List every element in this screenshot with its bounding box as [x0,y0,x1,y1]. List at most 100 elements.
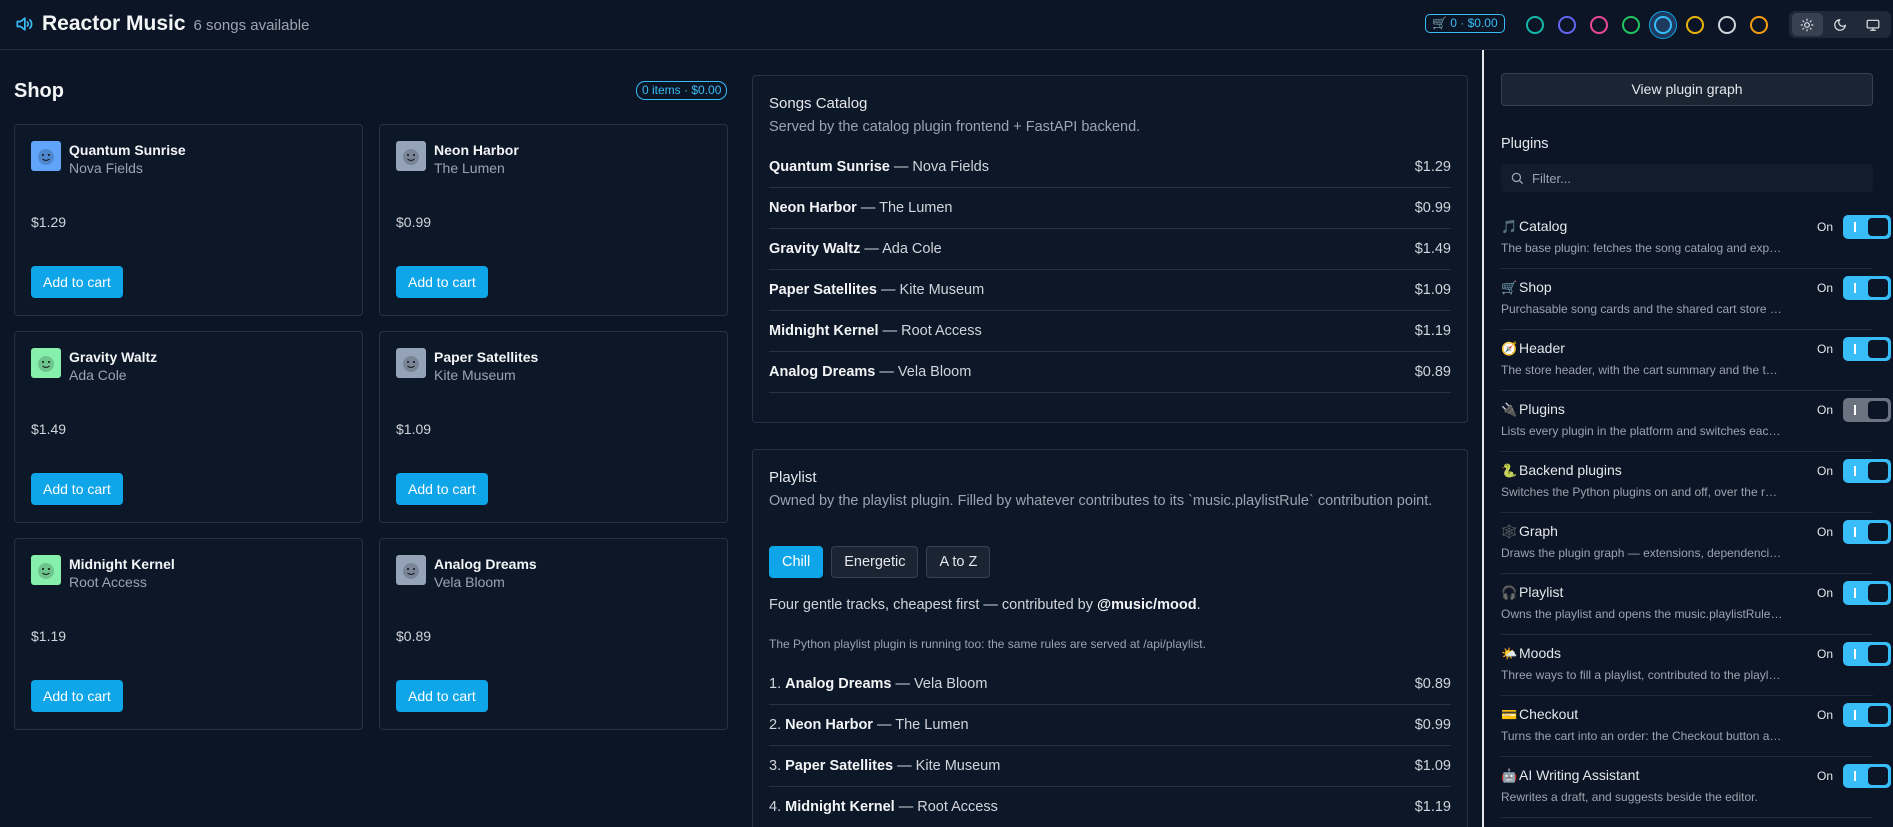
plugin-description: Switches the Python plugins on and off, … [1501,485,1783,499]
plugin-toggle[interactable] [1843,642,1891,666]
theme-slate-button[interactable] [1714,12,1740,38]
playlist-row: 1. Analog Dreams — Vela Bloom $0.89 [769,664,1451,705]
playlist-tab[interactable]: Chill [769,546,824,578]
plugin-filter-input[interactable] [1532,170,1862,186]
playlist-song-number: 2. [769,717,786,733]
cart-summary[interactable]: 🛒 0 · $0.00 [1425,14,1505,33]
catalog-song-title: Analog Dreams [769,364,876,380]
plugin-toggle[interactable] [1843,459,1891,483]
add-to-cart-button[interactable]: Add to cart [396,680,488,712]
toggle-knob [1868,340,1888,358]
plugin-name: 🎧 Playlist [1501,584,1563,601]
playlist-description: Four gentle tracks, cheapest first — con… [769,597,1201,613]
plugin-toggle[interactable] [1843,337,1891,361]
song-title: Paper Satellites [434,349,539,365]
python-note: The Python playlist plugin is running to… [769,637,1206,651]
playlist-panel: Playlist Owned by the playlist plugin. F… [752,449,1468,827]
plugin-name: 🕸️ Graph [1501,523,1558,540]
add-to-cart-button[interactable]: Add to cart [31,680,123,712]
playlist-tab[interactable]: Energetic [831,546,919,578]
desc-suffix: . [1196,597,1201,613]
toggle-on-mark [1854,527,1856,537]
plugin-name: 🔌 Plugins [1501,401,1565,418]
plugin-name-label: Plugins [1519,401,1565,417]
toggle-knob [1868,706,1888,724]
light-mode-button[interactable] [1792,13,1823,36]
playlist-song-title: Paper Satellites [785,758,894,774]
plugin-toggle[interactable] [1843,764,1891,788]
toggle-knob [1868,401,1888,419]
theme-picker [1522,11,1772,39]
song-artist: Kite Museum [434,367,516,383]
playlist-song: 1. Analog Dreams — Vela Bloom [769,676,987,692]
plugin-item: 🐍 Backend plugins Switches the Python plug… [1501,452,1891,513]
plugin-status-label: On [1817,464,1834,478]
plugin-status-label: On [1817,525,1834,539]
plugin-status-label: On [1817,281,1834,295]
plugin-name: 💳 Checkout [1501,706,1578,723]
plugin-description: Purchasable song cards and the shared ca… [1501,302,1783,316]
shop-title: Shop [14,80,64,102]
toggle-on-mark [1854,649,1856,659]
theme-green-button[interactable] [1618,12,1644,38]
theme-swatch [1622,16,1640,34]
playlist-subtitle: Owned by the playlist plugin. Filled by … [769,493,1433,509]
theme-amber-button[interactable] [1682,12,1708,38]
plugin-item: 🎧 Playlist Owns the playlist and opens the… [1501,574,1891,635]
add-to-cart-button[interactable]: Add to cart [396,473,488,505]
song-card: Neon Harbor The Lumen $0.99 Add to cart [379,124,728,316]
catalog-song: Paper Satellites — Kite Museum [769,282,984,298]
theme-indigo-button[interactable] [1554,12,1580,38]
plugin-toggle[interactable] [1843,581,1891,605]
theme-teal-button[interactable] [1522,12,1548,38]
plugin-name: 🐍 Backend plugins [1501,462,1622,479]
album-art [31,555,61,585]
plugin-item: 🕸️ Graph Draws the plugin graph — extensio… [1501,513,1891,574]
app-title: Reactor Music [42,12,186,35]
plugin-status-label: On [1817,342,1834,356]
desc-prefix: Four gentle tracks, cheapest first — con… [769,597,1098,613]
toggle-knob [1868,462,1888,480]
plugin-description: The store header, with the cart summary … [1501,363,1783,377]
plugin-toggle[interactable] [1843,520,1891,544]
plugin-emoji-icon: 🌤️ [1501,646,1518,661]
theme-gold-button[interactable] [1746,12,1772,38]
catalog-song-artist: — The Lumen [856,200,953,216]
plugin-emoji-icon: 🤖 [1501,768,1518,783]
plugin-name-label: Graph [1519,523,1558,539]
theme-pink-button[interactable] [1586,12,1612,38]
add-to-cart-button[interactable]: Add to cart [31,473,123,505]
playlist-tab[interactable]: A to Z [926,546,991,578]
plugin-toggle[interactable] [1843,215,1891,239]
playlist-song: 2. Neon Harbor — The Lumen [769,717,969,733]
songs-catalog-panel: Songs Catalog Served by the catalog plug… [752,75,1468,423]
toggle-knob [1868,645,1888,663]
add-to-cart-button[interactable]: Add to cart [31,266,123,298]
plugin-emoji-icon: 🎧 [1501,585,1518,600]
plugin-name: 🌤️ Moods [1501,645,1561,662]
plugin-toggle[interactable] [1843,703,1891,727]
toggle-knob [1868,218,1888,236]
plugins-heading: Plugins [1501,136,1549,152]
desc-source: @music/mood [1097,597,1197,613]
sun-icon [1800,18,1814,31]
plugin-name-label: Backend plugins [1519,462,1622,478]
plugin-status-label: On [1817,708,1834,722]
plugin-toggle [1843,398,1891,422]
plugin-emoji-icon: 💳 [1501,707,1518,722]
song-artist: Nova Fields [69,160,143,176]
plugin-name: 🛒 Shop [1501,279,1552,296]
system-mode-button[interactable] [1857,13,1888,36]
add-to-cart-button[interactable]: Add to cart [396,266,488,298]
plugin-item: 🧭 Header The store header, with the cart s… [1501,330,1891,391]
dark-mode-button[interactable] [1825,13,1856,36]
catalog-song-price: $0.99 [1414,200,1451,216]
album-art [396,555,426,585]
catalog-song: Analog Dreams — Vela Bloom [769,364,971,380]
view-plugin-graph-button[interactable]: View plugin graph [1501,73,1873,106]
plugin-description: Owns the playlist and opens the music.pl… [1501,607,1783,621]
plugin-toggle[interactable] [1843,276,1891,300]
catalog-row: Neon Harbor — The Lumen $0.99 [769,188,1451,229]
theme-sky-button[interactable] [1649,11,1677,39]
plugin-description: Three ways to fill a playlist, contribut… [1501,668,1783,682]
